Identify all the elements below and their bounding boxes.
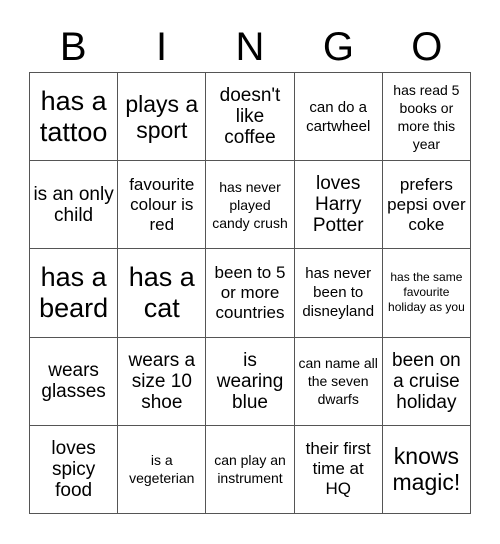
bingo-cell[interactable]: knows magic! xyxy=(382,425,471,514)
bingo-cell[interactable]: plays a sport xyxy=(118,73,207,162)
bingo-cell-text: has a cat xyxy=(128,261,195,323)
bingo-grid: has a tattoo plays a sport doesn't like co… xyxy=(29,72,471,514)
bingo-cell[interactable]: is a vegeterian xyxy=(118,425,207,514)
bingo-cell[interactable]: has read 5 books or more this year xyxy=(382,73,471,162)
bingo-cell-text: been to 5 or more countries xyxy=(214,262,286,322)
header-letter-i: I xyxy=(156,25,168,69)
bingo-cell-text: has the same favourite holiday as you xyxy=(388,270,465,315)
bingo-cell-text: has never played candy crush xyxy=(212,178,288,231)
header-letter-o: O xyxy=(411,25,443,69)
bingo-cell[interactable]: can do a cartwheel xyxy=(294,73,383,162)
bingo-cell[interactable]: can name all the seven dwarfs xyxy=(294,337,383,426)
bingo-cell-text: prefers pepsi over coke xyxy=(387,174,466,234)
bingo-cell[interactable]: has a beard xyxy=(30,249,119,338)
header-letter-b: B xyxy=(59,25,87,69)
bingo-cell[interactable]: has never been to disneyland xyxy=(294,249,383,338)
bingo-cell[interactable]: wears a size 10 shoe xyxy=(118,337,207,426)
header-letter-g: G xyxy=(322,25,354,69)
bingo-cell-text: loves spicy food xyxy=(51,437,96,501)
bingo-cell-text: is a vegeterian xyxy=(129,452,195,487)
bingo-cell[interactable]: loves spicy food xyxy=(30,425,119,514)
bingo-cell-text: plays a sport xyxy=(125,90,199,143)
bingo-header: B I N G O xyxy=(29,22,471,72)
bingo-cell[interactable]: prefers pepsi over coke xyxy=(382,161,471,250)
bingo-cell-text: wears a size 10 shoe xyxy=(128,349,196,413)
bingo-cell-text: can do a cartwheel xyxy=(306,98,371,135)
bingo-cell[interactable]: been on a cruise holiday xyxy=(382,337,471,426)
header-letter-n: N xyxy=(235,25,265,69)
bingo-cell-text: is an only child xyxy=(33,183,114,226)
bingo-cell[interactable]: favourite colour is red xyxy=(118,161,207,250)
bingo-cell[interactable]: is an only child xyxy=(30,161,119,250)
bingo-cell[interactable]: loves Harry Potter xyxy=(294,161,383,250)
bingo-cell[interactable]: their first time at HQ xyxy=(294,425,383,514)
bingo-cell[interactable]: wears glasses xyxy=(30,337,119,426)
bingo-cell-text: has a beard xyxy=(39,261,109,323)
bingo-cell-text: wears glasses xyxy=(41,360,106,403)
bingo-cell[interactable]: has the same favourite holiday as you xyxy=(382,249,471,338)
bingo-cell-text: knows magic! xyxy=(392,443,461,496)
bingo-cell-text: favourite colour is red xyxy=(129,174,195,234)
bingo-cell-text: been on a cruise holiday xyxy=(392,349,461,413)
bingo-cell[interactable]: doesn't like coffee xyxy=(206,73,295,162)
bingo-cell-text: has a tattoo xyxy=(39,85,108,147)
bingo-cell[interactable]: has a tattoo xyxy=(30,73,119,162)
bingo-cell-text: doesn't like coffee xyxy=(219,85,281,149)
bingo-cell[interactable]: has a cat xyxy=(118,249,207,338)
bingo-cell-text: loves Harry Potter xyxy=(312,173,364,237)
bingo-cell-text: has never been to disneyland xyxy=(302,265,375,321)
bingo-cell[interactable]: is wearing blue xyxy=(206,337,295,426)
bingo-cell-text: has read 5 books or more this year xyxy=(393,81,460,152)
bingo-cell-text: can name all the seven dwarfs xyxy=(298,355,378,408)
bingo-cell-text: can play an instrument xyxy=(214,452,286,487)
bingo-cell[interactable]: has never played candy crush xyxy=(206,161,295,250)
bingo-cell[interactable]: been to 5 or more countries xyxy=(206,249,295,338)
bingo-cell-text: their first time at HQ xyxy=(305,439,371,499)
bingo-cell[interactable]: can play an instrument xyxy=(206,425,295,514)
bingo-cell-text: is wearing blue xyxy=(216,349,284,413)
